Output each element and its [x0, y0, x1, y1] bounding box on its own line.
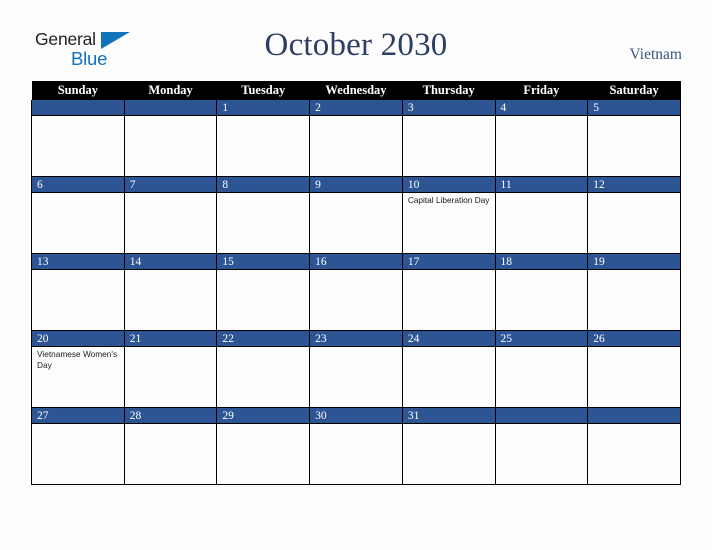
- calendar-empty-cell[interactable]: [587, 407, 681, 485]
- calendar-day-cell[interactable]: 3: [401, 100, 496, 177]
- calendar-day-cell[interactable]: 9: [309, 176, 403, 254]
- day-events: Vietnamese Women's Day: [32, 347, 123, 370]
- calendar-page: General Blue October 2030 Vietnam Sunday…: [0, 0, 712, 550]
- day-number: [32, 100, 124, 116]
- day-number: 13: [32, 254, 124, 270]
- event-label: Capital Liberation Day: [407, 195, 490, 205]
- calendar-day-cell[interactable]: 13: [31, 253, 125, 331]
- day-number: 21: [125, 331, 216, 347]
- day-events: Capital Liberation Day: [403, 193, 494, 206]
- day-number: 18: [496, 254, 587, 270]
- calendar-empty-cell[interactable]: [31, 100, 125, 177]
- day-number: 31: [403, 408, 495, 424]
- day-number: 15: [217, 254, 309, 270]
- weekday-header-monday: Monday: [124, 81, 217, 100]
- calendar-day-cell[interactable]: 20 Vietnamese Women's Day: [31, 330, 125, 408]
- day-number: 2: [310, 100, 402, 116]
- day-number: [496, 408, 587, 424]
- calendar-day-cell[interactable]: 29: [216, 407, 311, 485]
- calendar-day-cell[interactable]: 2: [309, 100, 403, 177]
- day-number: 28: [125, 408, 216, 424]
- day-number: 5: [588, 100, 680, 116]
- calendar-day-cell[interactable]: 27: [31, 407, 125, 485]
- calendar-week-row: 13 14 15 16 17 18 19: [31, 253, 681, 331]
- calendar-day-cell[interactable]: 16: [309, 253, 403, 331]
- calendar-day-cell[interactable]: 10 Capital Liberation Day: [401, 176, 496, 254]
- calendar-day-cell[interactable]: 18: [494, 253, 589, 331]
- day-number: [588, 408, 680, 424]
- calendar-day-cell[interactable]: 26: [587, 330, 681, 408]
- calendar-day-cell[interactable]: 28: [123, 407, 218, 485]
- calendar-day-cell[interactable]: 12: [587, 176, 681, 254]
- calendar-grid: Sunday Monday Tuesday Wednesday Thursday…: [31, 81, 681, 485]
- calendar-week-row: 6 7 8 9 10 Capital Liberation Day 11 12: [31, 176, 681, 254]
- calendar-empty-cell[interactable]: [494, 407, 589, 485]
- day-number: 23: [310, 331, 402, 347]
- calendar-day-cell[interactable]: 31: [401, 407, 496, 485]
- calendar-day-cell[interactable]: 7: [123, 176, 218, 254]
- day-number: 16: [310, 254, 402, 270]
- calendar-day-cell[interactable]: 30: [309, 407, 403, 485]
- calendar-day-cell[interactable]: 22: [216, 330, 311, 408]
- calendar-day-cell[interactable]: 4: [494, 100, 589, 177]
- weekday-header-saturday: Saturday: [587, 81, 681, 100]
- day-number: 8: [217, 177, 309, 193]
- calendar-week-row: 20 Vietnamese Women's Day 21 22 23 24 25 26: [31, 330, 681, 408]
- day-number: 25: [496, 331, 587, 347]
- day-number: 17: [403, 254, 495, 270]
- calendar-day-cell[interactable]: 1: [216, 100, 311, 177]
- day-number: 12: [588, 177, 680, 193]
- day-number: 4: [496, 100, 587, 116]
- weekday-header-friday: Friday: [495, 81, 588, 100]
- page-header: General Blue October 2030 Vietnam: [0, 0, 712, 80]
- day-number: 10: [403, 177, 495, 193]
- calendar-day-cell[interactable]: 25: [494, 330, 589, 408]
- weekday-header-sunday: Sunday: [31, 81, 125, 100]
- day-number: 3: [403, 100, 495, 116]
- calendar-day-cell[interactable]: 6: [31, 176, 125, 254]
- calendar-week-row: 27 28 29 30 31: [31, 407, 681, 485]
- day-number: 26: [588, 331, 680, 347]
- calendar-day-cell[interactable]: 11: [494, 176, 589, 254]
- weekday-header-row: Sunday Monday Tuesday Wednesday Thursday…: [31, 81, 681, 100]
- weekday-header-thursday: Thursday: [402, 81, 496, 100]
- calendar-day-cell[interactable]: 21: [123, 330, 218, 408]
- day-number: 22: [217, 331, 309, 347]
- day-number: 7: [125, 177, 216, 193]
- calendar-day-cell[interactable]: 15: [216, 253, 311, 331]
- day-number: 14: [125, 254, 216, 270]
- calendar-day-cell[interactable]: 17: [401, 253, 496, 331]
- day-number: 24: [403, 331, 495, 347]
- calendar-empty-cell[interactable]: [123, 100, 218, 177]
- calendar-day-cell[interactable]: 8: [216, 176, 311, 254]
- day-number: 1: [217, 100, 309, 116]
- event-label: Vietnamese Women's Day: [37, 349, 118, 370]
- calendar-day-cell[interactable]: 23: [309, 330, 403, 408]
- country-label: Vietnam: [629, 46, 682, 63]
- day-number: 30: [310, 408, 402, 424]
- weekday-header-wednesday: Wednesday: [309, 81, 403, 100]
- day-number: 29: [217, 408, 309, 424]
- day-number: 27: [32, 408, 124, 424]
- day-number: 6: [32, 177, 124, 193]
- page-title: October 2030: [264, 27, 448, 63]
- day-number: [125, 100, 216, 116]
- day-number: 9: [310, 177, 402, 193]
- day-number: 20: [32, 331, 124, 347]
- calendar-day-cell[interactable]: 5: [587, 100, 681, 177]
- day-number: 11: [496, 177, 587, 193]
- calendar-day-cell[interactable]: 24: [401, 330, 496, 408]
- day-number: 19: [588, 254, 680, 270]
- calendar-week-row: 12345: [31, 100, 681, 177]
- calendar-day-cell[interactable]: 14: [123, 253, 218, 331]
- weekday-header-tuesday: Tuesday: [216, 81, 310, 100]
- calendar-body: 1 2 3 4 5 6 7 8 9 10 Capital Liberation Day 11 12 13 1…: [31, 100, 681, 485]
- calendar-day-cell[interactable]: 19: [587, 253, 681, 331]
